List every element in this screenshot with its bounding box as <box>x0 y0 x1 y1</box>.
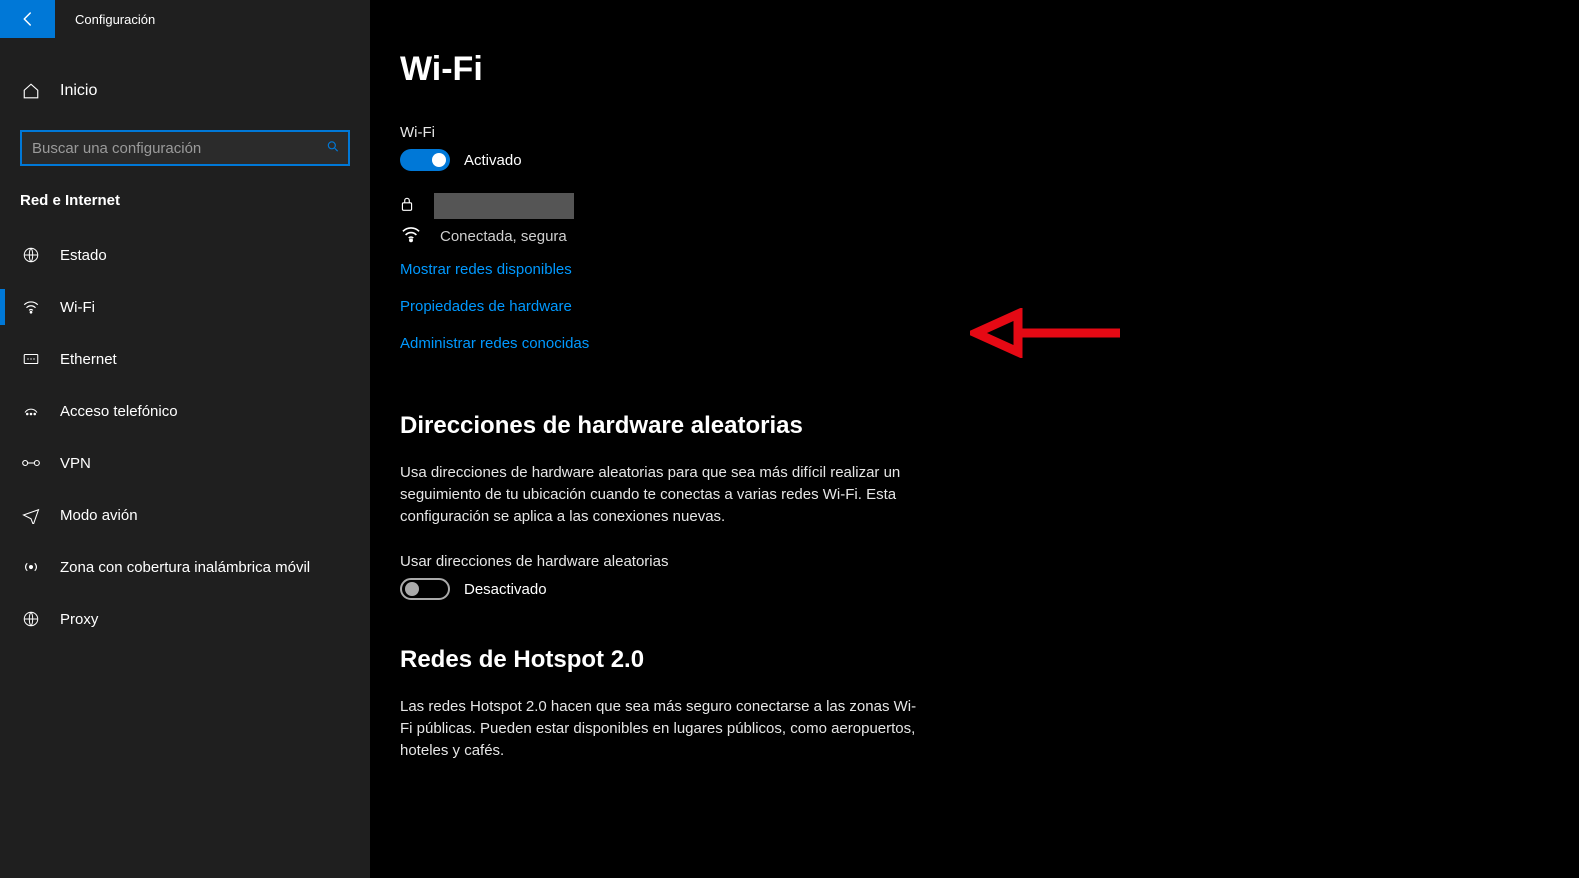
link-show-networks[interactable]: Mostrar redes disponibles <box>400 261 572 278</box>
vpn-icon <box>20 455 42 471</box>
random-hw-toggle-state: Desactivado <box>464 581 547 598</box>
page-title: Wi-Fi <box>400 50 1579 89</box>
network-ssid-redacted <box>434 193 574 219</box>
proxy-icon <box>20 610 42 628</box>
search-input[interactable] <box>20 130 350 166</box>
sidebar-item-airplane[interactable]: Modo avión <box>0 489 370 541</box>
sidebar-item-dialup[interactable]: Acceso telefónico <box>0 385 370 437</box>
sidebar-item-label: Proxy <box>60 611 98 628</box>
wifi-toggle-heading: Wi-Fi <box>400 124 1579 141</box>
ethernet-icon <box>20 350 42 368</box>
sidebar-item-estado[interactable]: Estado <box>0 229 370 281</box>
sidebar-item-label: Acceso telefónico <box>60 403 178 420</box>
current-network[interactable]: Conectada, segura <box>400 193 1579 247</box>
link-manage-known-networks[interactable]: Administrar redes conocidas <box>400 335 589 352</box>
random-hw-title: Direcciones de hardware aleatorias <box>400 412 1579 440</box>
wifi-signal-icon <box>400 225 422 247</box>
back-button[interactable] <box>0 0 55 38</box>
hotspot2-title: Redes de Hotspot 2.0 <box>400 646 1579 674</box>
sidebar-item-proxy[interactable]: Proxy <box>0 593 370 645</box>
app-title: Configuración <box>75 12 155 27</box>
lock-icon <box>400 196 414 216</box>
sidebar-item-ethernet[interactable]: Ethernet <box>0 333 370 385</box>
wifi-toggle-state: Activado <box>464 152 522 169</box>
sidebar-item-vpn[interactable]: VPN <box>0 437 370 489</box>
sidebar-item-label: Zona con cobertura inalámbrica móvil <box>60 559 310 576</box>
main-content: Wi-Fi Wi-Fi Activado <box>370 0 1579 878</box>
airplane-icon <box>20 506 42 524</box>
status-icon <box>20 246 42 264</box>
sidebar-item-label: Estado <box>60 247 107 264</box>
annotation-arrow-icon <box>970 308 1130 358</box>
hotspot-icon <box>20 558 42 576</box>
sidebar-nav: Estado Wi-Fi Ethernet <box>0 229 370 645</box>
sidebar-item-hotspot[interactable]: Zona con cobertura inalámbrica móvil <box>0 541 370 593</box>
sidebar-item-wifi[interactable]: Wi-Fi <box>0 281 370 333</box>
wifi-toggle[interactable] <box>400 149 450 171</box>
sidebar-home-label: Inicio <box>60 82 97 100</box>
sidebar-item-label: Modo avión <box>60 507 138 524</box>
network-status: Conectada, segura <box>440 228 567 245</box>
random-hw-toggle-heading: Usar direcciones de hardware aleatorias <box>400 553 1579 570</box>
random-hw-desc: Usa direcciones de hardware aleatorias p… <box>400 462 920 527</box>
sidebar-item-label: Ethernet <box>60 351 117 368</box>
home-icon <box>20 82 42 100</box>
arrow-left-icon <box>19 10 37 28</box>
sidebar-item-label: VPN <box>60 455 91 472</box>
title-bar: Configuración <box>0 0 370 38</box>
sidebar-home[interactable]: Inicio <box>0 66 370 116</box>
sidebar: Configuración Inicio Red e Internet <box>0 0 370 878</box>
link-hardware-properties[interactable]: Propiedades de hardware <box>400 298 572 315</box>
sidebar-item-label: Wi-Fi <box>60 299 95 316</box>
dialup-icon <box>20 402 42 420</box>
random-hw-toggle[interactable] <box>400 578 450 600</box>
sidebar-section-heading: Red e Internet <box>20 192 350 209</box>
hotspot2-desc: Las redes Hotspot 2.0 hacen que sea más … <box>400 696 920 761</box>
wifi-icon <box>20 298 42 316</box>
search-wrap <box>20 130 350 166</box>
